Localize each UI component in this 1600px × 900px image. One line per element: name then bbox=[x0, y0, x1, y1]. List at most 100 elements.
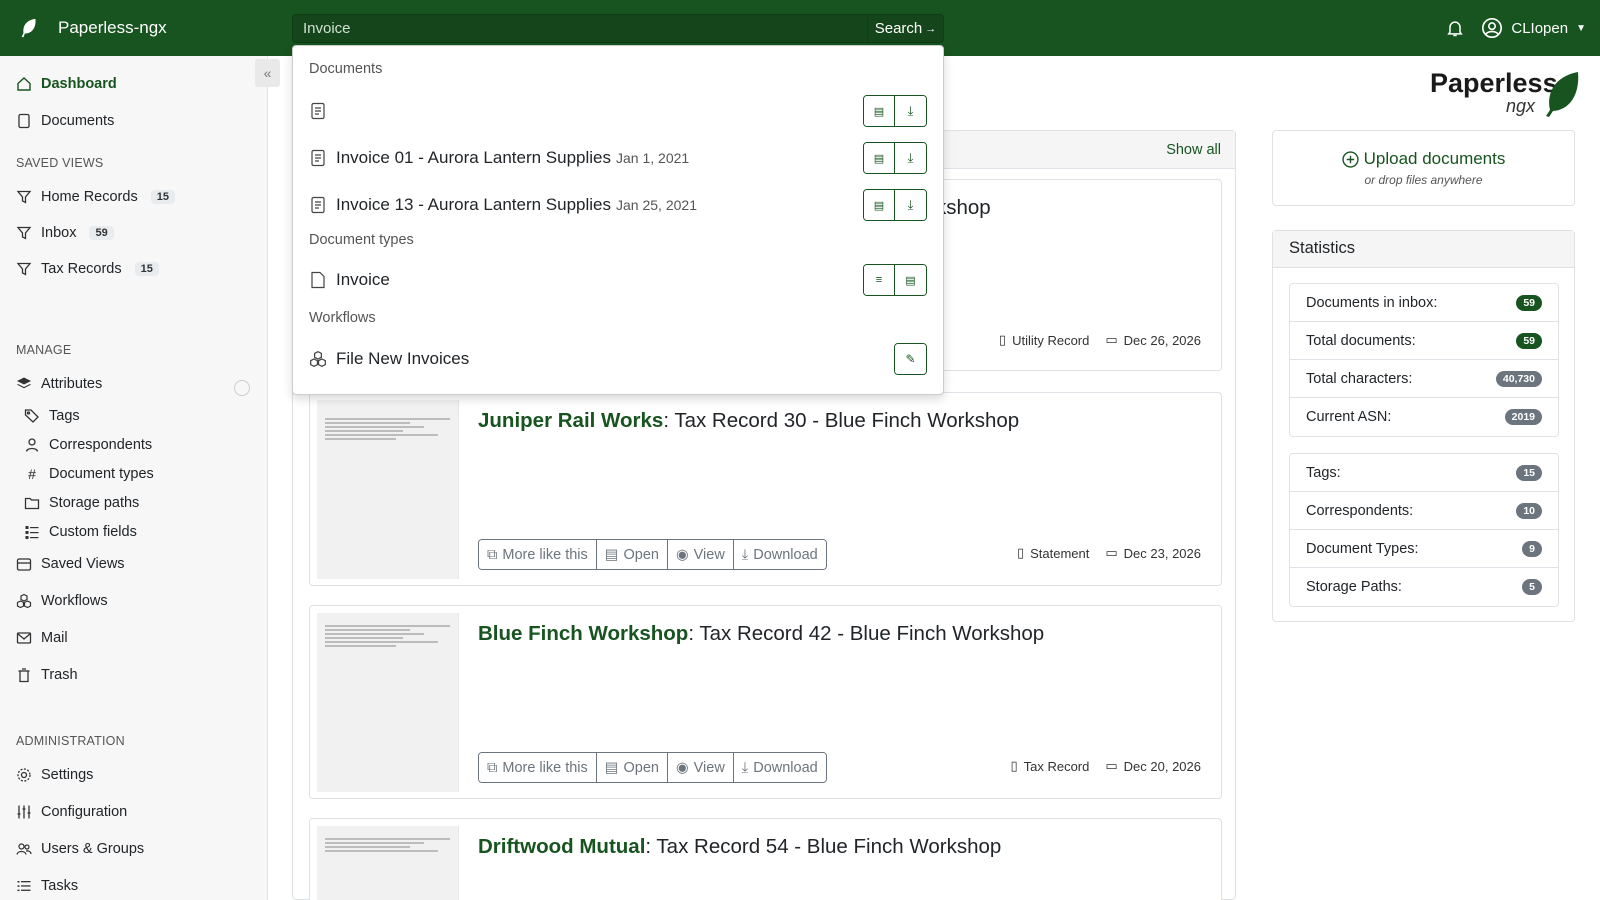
open-document-type-button[interactable]: ▤ bbox=[895, 265, 926, 295]
upload-title: Upload documents bbox=[1363, 149, 1506, 168]
open-document-button[interactable]: ▤ bbox=[864, 190, 895, 220]
download-icon: ⤓ bbox=[907, 103, 914, 118]
sidebar-item-label: Configuration bbox=[41, 804, 128, 820]
sidebar-item-tasks[interactable]: Tasks bbox=[16, 878, 78, 894]
document-title[interactable]: Driftwood Mutual: Tax Record 54 - Blue F… bbox=[478, 835, 1001, 859]
edit-workflow-button[interactable]: ✎ bbox=[895, 344, 926, 374]
house-icon bbox=[17, 77, 31, 91]
filter-documents-button[interactable]: ≡ bbox=[864, 265, 895, 295]
document-actions: ⧉ More like this ▤ Open ◉ View ⤓ Download bbox=[478, 752, 827, 783]
show-all-link[interactable]: Show all bbox=[1166, 142, 1221, 158]
download-button[interactable]: ⤓ Download bbox=[733, 753, 826, 782]
search-result-document[interactable]: Invoice 13 - Aurora Lantern Supplies Jan… bbox=[309, 189, 927, 221]
sidebar-item-document-types[interactable]: # Document types bbox=[24, 466, 154, 482]
document-title-text: : Tax Record 54 - Blue Finch Workshop bbox=[645, 835, 1002, 858]
sidebar-item-mail[interactable]: Mail bbox=[16, 630, 68, 646]
brand[interactable]: Paperless-ngx bbox=[0, 16, 290, 40]
stat-value-badge: 59 bbox=[1516, 332, 1542, 349]
result-label: Invoice 01 - Aurora Lantern Supplies bbox=[336, 148, 612, 167]
stat-label: Storage Paths: bbox=[1306, 579, 1402, 595]
stat-value-badge: 15 bbox=[1516, 464, 1542, 481]
sidebar-item-settings[interactable]: Settings bbox=[16, 767, 93, 783]
sidebar-item-tags[interactable]: Tags bbox=[24, 408, 80, 424]
document-type[interactable]: ▯ Statement bbox=[1017, 545, 1089, 561]
search-result-document[interactable]: Invoice 01 - Aurora Lantern Supplies Jan… bbox=[309, 142, 927, 174]
stat-row[interactable]: Correspondents: 10 bbox=[1290, 492, 1558, 530]
upload-documents-link[interactable]: Upload documents bbox=[1273, 149, 1574, 169]
result-actions: ▤ ⤓ bbox=[863, 189, 927, 221]
sidebar-item-users-groups[interactable]: Users & Groups bbox=[16, 841, 144, 857]
sidebar-item-dashboard[interactable]: Dashboard bbox=[16, 76, 117, 92]
sidebar-item-inbox[interactable]: Inbox 59 bbox=[16, 225, 114, 241]
download-document-button[interactable]: ⤓ bbox=[895, 143, 926, 173]
sidebar-item-attributes[interactable]: Attributes bbox=[16, 376, 102, 392]
stat-value-badge: 9 bbox=[1522, 540, 1542, 557]
document-thumbnail[interactable] bbox=[317, 826, 459, 900]
sidebar-collapse-button[interactable]: « bbox=[255, 59, 280, 87]
stat-label: Document Types: bbox=[1306, 540, 1419, 557]
file-icon: ▯ bbox=[1016, 545, 1025, 560]
document-correspondent[interactable]: Juniper Rail Works bbox=[478, 409, 663, 432]
document-correspondent[interactable]: Blue Finch Workshop bbox=[478, 622, 688, 645]
document-title[interactable]: kshop bbox=[936, 196, 991, 220]
document-title-text: : Tax Record 42 - Blue Finch Workshop bbox=[688, 622, 1045, 645]
stat-row[interactable]: Documents in inbox: 59 bbox=[1290, 284, 1558, 322]
sidebar-item-documents[interactable]: Documents bbox=[16, 113, 114, 129]
download-document-button[interactable]: ⤓ bbox=[895, 96, 926, 126]
sidebar-item-tax-records[interactable]: Tax Records 15 bbox=[16, 261, 159, 277]
search-result-document[interactable]: ▤ ⤓ bbox=[309, 95, 927, 127]
search-input[interactable] bbox=[293, 15, 867, 42]
eye-icon: ◉ bbox=[675, 759, 689, 776]
download-document-button[interactable]: ⤓ bbox=[895, 190, 926, 220]
document-title[interactable]: Blue Finch Workshop: Tax Record 42 - Blu… bbox=[478, 622, 1044, 646]
download-icon: ⤓ bbox=[907, 197, 914, 212]
more-like-this-button[interactable]: ⧉ More like this bbox=[479, 540, 597, 569]
sidebar-item-home-records[interactable]: Home Records 15 bbox=[16, 189, 175, 205]
document-type[interactable]: ▯ Utility Record bbox=[999, 332, 1089, 348]
sidebar-item-trash[interactable]: Trash bbox=[16, 667, 78, 683]
sidebar-item-saved-views[interactable]: Saved Views bbox=[16, 556, 125, 572]
open-document-button[interactable]: ▤ bbox=[864, 96, 895, 126]
attributes-collapse-toggle[interactable] bbox=[234, 380, 250, 396]
search-button[interactable]: Search → bbox=[867, 15, 943, 42]
document-title[interactable]: Juniper Rail Works: Tax Record 30 - Blue… bbox=[478, 409, 1019, 433]
administration-heading: ADMINISTRATION bbox=[16, 734, 125, 748]
document-thumbnail[interactable] bbox=[317, 400, 459, 579]
open-button[interactable]: ▤ Open bbox=[596, 753, 668, 782]
result-actions: ✎ bbox=[894, 343, 927, 375]
document-title-text: kshop bbox=[936, 196, 991, 219]
sidebar-item-label: Tasks bbox=[41, 878, 79, 894]
sidebar-item-custom-fields[interactable]: Custom fields bbox=[24, 524, 137, 540]
open-document-button[interactable]: ▤ bbox=[864, 143, 895, 173]
calendar-icon: ▭ bbox=[1105, 758, 1118, 773]
sidebar-item-label: Tags bbox=[49, 408, 80, 424]
search-result-document-type[interactable]: Invoice ≡ ▤ bbox=[309, 264, 927, 296]
document-type[interactable]: ▯ Tax Record bbox=[1010, 758, 1089, 774]
sidebar-item-configuration[interactable]: Configuration bbox=[16, 804, 127, 820]
stat-row[interactable]: Tags: 15 bbox=[1290, 454, 1558, 492]
upload-dropzone[interactable]: Upload documents or drop files anywhere bbox=[1272, 130, 1575, 206]
result-label: Invoice bbox=[336, 270, 390, 289]
sidebar-item-workflows[interactable]: Workflows bbox=[16, 593, 108, 609]
open-button[interactable]: ▤ Open bbox=[596, 540, 668, 569]
diagram-icon: ⧉ bbox=[487, 546, 498, 563]
result-date: Jan 25, 2021 bbox=[616, 197, 697, 213]
stat-row[interactable]: Storage Paths: 5 bbox=[1290, 568, 1558, 606]
stat-row[interactable]: Document Types: 9 bbox=[1290, 530, 1558, 568]
file-text-icon bbox=[311, 149, 325, 167]
sidebar-item-correspondents[interactable]: Correspondents bbox=[24, 437, 152, 453]
document-thumbnail[interactable] bbox=[317, 613, 459, 792]
search-result-workflow[interactable]: File New Invoices ✎ bbox=[309, 343, 927, 375]
view-button[interactable]: ◉ View bbox=[667, 540, 734, 569]
sidebar-item-label: Settings bbox=[41, 767, 94, 783]
more-like-this-button[interactable]: ⧉ More like this bbox=[479, 753, 597, 782]
stat-row[interactable]: Total documents: 59 bbox=[1290, 322, 1558, 360]
document-correspondent[interactable]: Driftwood Mutual bbox=[478, 835, 645, 858]
statistics-card: Statistics Documents in inbox: 59 Total d… bbox=[1272, 230, 1575, 622]
download-icon: ⤓ bbox=[907, 150, 914, 165]
download-button[interactable]: ⤓ Download bbox=[733, 540, 826, 569]
bell-icon[interactable] bbox=[1445, 18, 1465, 38]
sidebar-item-storage-paths[interactable]: Storage paths bbox=[24, 495, 139, 511]
user-menu[interactable]: CLIopen ▼ bbox=[1481, 17, 1586, 39]
view-button[interactable]: ◉ View bbox=[667, 753, 734, 782]
